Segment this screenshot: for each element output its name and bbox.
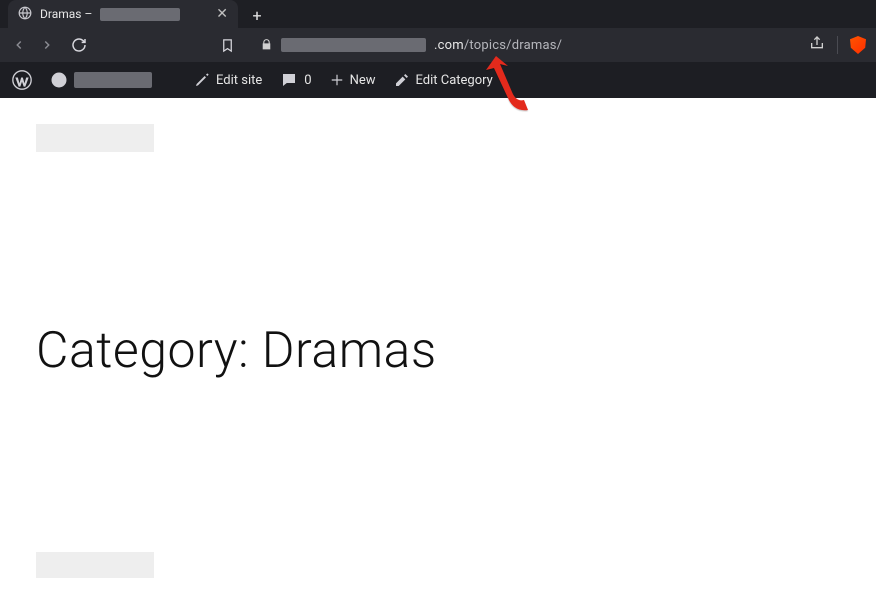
new-tab-button[interactable]: + [244, 2, 270, 28]
lock-icon [260, 36, 273, 55]
wp-edit-category-link[interactable]: Edit Category [392, 72, 495, 88]
redacted-block-bottom [36, 552, 154, 578]
tab-title: Dramas – [40, 7, 92, 21]
bookmark-icon[interactable] [218, 36, 236, 54]
page-content: Category: Dramas [0, 98, 876, 609]
forward-button[interactable] [38, 36, 56, 54]
wp-edit-site-link[interactable]: Edit site [192, 72, 264, 88]
url-path: .com/topics/dramas/ [434, 38, 562, 53]
wp-new-link[interactable]: New [328, 73, 378, 88]
page-title: Category: Dramas [36, 322, 840, 380]
toolbar-right [809, 35, 866, 55]
share-icon[interactable] [809, 35, 825, 55]
back-button[interactable] [10, 36, 28, 54]
wp-site-name-redacted [74, 72, 152, 88]
wp-comments-count: 0 [304, 73, 311, 88]
reload-button[interactable] [70, 36, 88, 54]
browser-tab-strip: Dramas – ✕ + [0, 0, 876, 28]
url-redacted-host [281, 38, 426, 52]
browser-tab-active[interactable]: Dramas – ✕ [8, 0, 238, 28]
wp-site-menu[interactable] [48, 71, 154, 89]
wp-edit-category-label: Edit Category [416, 73, 493, 88]
globe-icon [18, 6, 32, 23]
toolbar-separator [837, 36, 838, 54]
brave-shield-icon[interactable] [850, 36, 866, 54]
close-tab-icon[interactable]: ✕ [216, 6, 228, 22]
wp-logo-icon[interactable] [10, 70, 34, 90]
wp-comments-link[interactable]: 0 [278, 71, 313, 89]
wp-new-label: New [350, 73, 376, 88]
address-bar[interactable]: .com/topics/dramas/ [260, 36, 799, 55]
wp-admin-bar: Edit site 0 New Edit Category [0, 62, 876, 98]
browser-toolbar: .com/topics/dramas/ [0, 28, 876, 62]
nav-group [10, 36, 88, 54]
redacted-block-top [36, 124, 154, 152]
wp-edit-site-label: Edit site [216, 73, 262, 88]
tab-title-redacted [100, 8, 180, 21]
